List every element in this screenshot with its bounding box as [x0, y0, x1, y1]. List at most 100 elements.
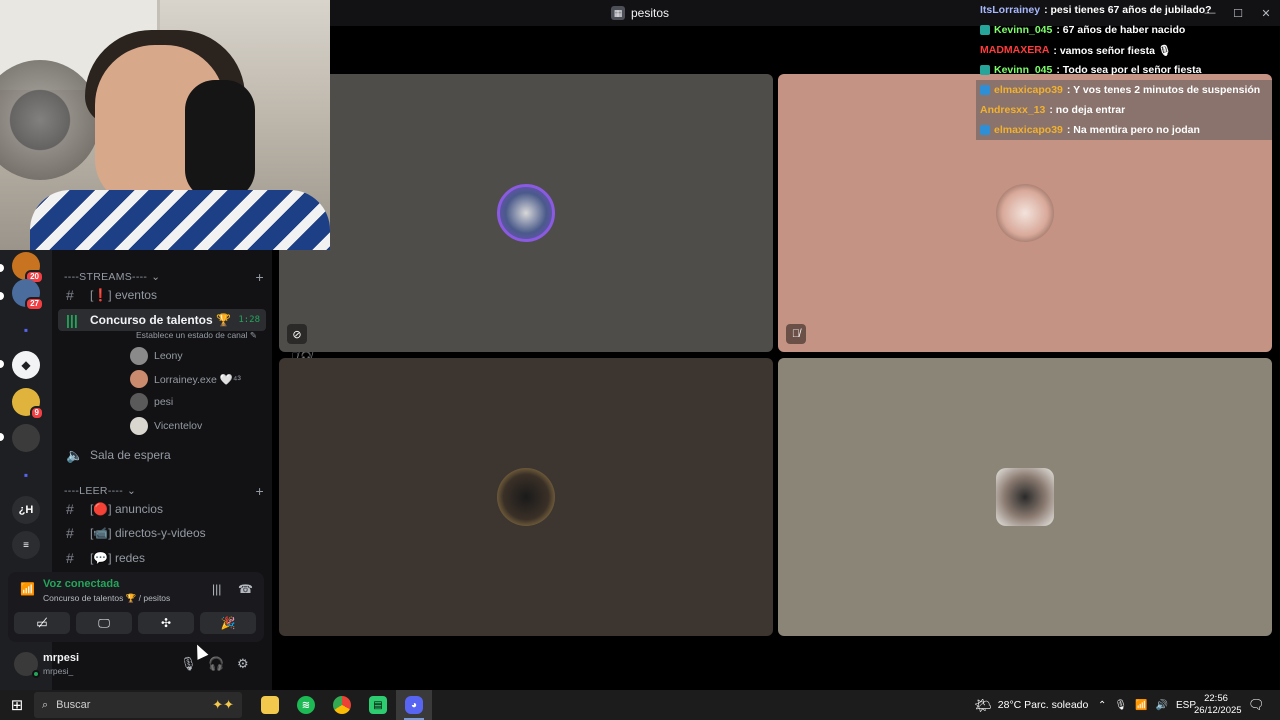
chat-message: Andresxx_13 : no deja entrar [976, 100, 1272, 120]
discord-icon: ◕ [405, 696, 423, 714]
notification-center-icon[interactable]: 🗨 [1248, 697, 1265, 713]
chat-message: Kevinn_045 : Todo sea por el señor fiest… [976, 60, 1272, 80]
headphones-icon[interactable]: 🎧 [208, 656, 224, 672]
camera-off-button[interactable]: ▭̸ [14, 612, 70, 634]
discord-app[interactable]: ◕ [396, 690, 432, 720]
channel-sala-espera[interactable]: 🔈 Sala de espera [58, 443, 266, 467]
channel-eventos[interactable]: # [❗] eventos [58, 283, 266, 307]
voice-user-name: Lorrainey.exe 🤍⁴³ [154, 373, 241, 386]
server-icon-2[interactable]: 27 [12, 279, 44, 311]
signal-icon[interactable]: 📶 [20, 582, 35, 596]
channel-label: Sala de espera [90, 448, 171, 462]
webcam-overlay [0, 0, 330, 250]
video-tile[interactable] [279, 358, 773, 636]
badge-icon [980, 85, 990, 95]
network-icon[interactable]: 📶 [1135, 700, 1147, 711]
microphone-icon[interactable]: 🎙 [180, 656, 197, 672]
video-off-icon: ⊘ [287, 324, 307, 344]
chat-message: ItsLorrainey : pesi tienes 67 años de ju… [976, 0, 1272, 20]
window-title-text: pesitos [630, 6, 670, 20]
server-icon-4[interactable]: 9 [12, 388, 44, 420]
clock[interactable]: 22:56 26/12/2025 [1194, 693, 1242, 717]
server-h-icon[interactable]: ¿H [12, 496, 40, 524]
muted-icon: 🎙̸ [786, 324, 806, 344]
clock-date: 26/12/2025 [1194, 705, 1242, 716]
chat-message: MADMAXERA : vamos señor fiesta 🎙 [976, 40, 1272, 60]
taskbar-search[interactable]: ⌕ Buscar ✦✦ [34, 692, 242, 718]
chat-text: : vamos señor fiesta 🎙 [1053, 44, 1172, 57]
chat-message: elmaxicapo39 : Na mentira pero no jodan [976, 120, 1272, 140]
server-icon-last[interactable]: ≡ [12, 531, 40, 559]
avatar [130, 347, 148, 365]
avatar [996, 184, 1054, 242]
channel-anuncios[interactable]: # [🔴] anuncios [58, 497, 266, 521]
system-tray: ⌃ 🎙 📶 🔊 ESP [1098, 690, 1196, 720]
avatar [497, 184, 555, 242]
channel-redes[interactable]: # [💬] redes [58, 546, 266, 570]
folder-icon[interactable]: ▪ [12, 316, 40, 344]
speaker-icon: 🔈 [66, 446, 84, 463]
badge-icon [980, 25, 990, 35]
channel-label: [📹] directos-y-videos [90, 526, 206, 540]
user-tag: mrpesi_ [43, 666, 74, 676]
file-explorer-app[interactable] [252, 690, 288, 720]
language-indicator[interactable]: ESP [1176, 700, 1196, 711]
server-icon: ▦ [610, 6, 625, 20]
disconnect-icon[interactable]: ☎ [238, 582, 253, 596]
spotify-app[interactable]: ≋ [288, 690, 324, 720]
chat-username: elmaxicapo39 [994, 124, 1063, 136]
window-title: ▦ pesitos [610, 6, 670, 20]
channel-status[interactable]: Establece un estado de canal ✎ [136, 330, 257, 341]
voice-user-name: Vicentelov [154, 420, 203, 432]
noise-suppression-icon[interactable]: ||| [212, 582, 221, 596]
voice-user-name: pesi [154, 396, 174, 408]
avatar [130, 417, 148, 435]
microphone-icon[interactable]: 🎙 [1114, 700, 1127, 711]
server-icon-5[interactable] [12, 424, 40, 452]
badge-icon [980, 125, 990, 135]
video-tile[interactable]: ⊘ [279, 74, 773, 352]
badge-icon [980, 65, 990, 75]
volume-icon[interactable]: 🔊 [1156, 700, 1168, 711]
channel-concurso[interactable]: ||| Concurso de talentos 🏆 1:28 [58, 309, 266, 331]
taskbar: ⊞ ⌕ Buscar ✦✦ ≋ ▤ ◕ 🌤 28°C Parc. soleado… [0, 690, 1280, 720]
channel-label: [💬] redes [90, 551, 145, 565]
weather-sun-icon: 🌤 [974, 696, 992, 713]
chat-text: : no deja entrar [1049, 104, 1126, 116]
voice-status-title[interactable]: Voz conectada [43, 578, 119, 590]
windows-start-icon[interactable]: ⊞ [0, 690, 34, 720]
voice-connected-panel: 📶 Voz conectada Concurso de talentos 🏆 /… [8, 572, 264, 642]
clock-time: 22:56 [1204, 693, 1228, 704]
soundboard-button[interactable]: 🎉 [200, 612, 256, 634]
chat-text: : pesi tienes 67 años de jubilado? [1044, 4, 1212, 16]
spotify-icon: ≋ [297, 696, 315, 714]
folder-icon[interactable]: ▪ [12, 461, 40, 489]
chat-message: Kevinn_045 : 67 años de haber nacido [976, 20, 1272, 40]
chat-username: Kevinn_045 [994, 64, 1053, 76]
activities-button[interactable]: ✣ [138, 612, 194, 634]
unread-pip [0, 433, 4, 441]
server-icon-1[interactable]: 20 [12, 252, 44, 284]
chat-username: Kevinn_045 [994, 24, 1053, 36]
channel-label: [🔴] anuncios [90, 502, 163, 516]
chrome-app[interactable] [324, 690, 360, 720]
share-screen-button[interactable]: 🖵 [76, 612, 132, 634]
video-tile[interactable] [778, 358, 1272, 636]
settings-gear-icon[interactable]: ⚙ [237, 656, 249, 672]
chat-overlay: ItsLorrainey : pesi tienes 67 años de ju… [976, 0, 1272, 140]
chat-text: : Na mentira pero no jodan [1066, 124, 1200, 136]
channel-directos[interactable]: # [📹] directos-y-videos [58, 521, 266, 545]
chat-text: : 67 años de haber nacido [1056, 24, 1186, 36]
chat-username: Andresxx_13 [980, 104, 1046, 116]
chevron-up-icon[interactable]: ⌃ [1098, 700, 1106, 711]
chat-username: ItsLorrainey [980, 4, 1041, 16]
voice-active-icon: ||| [66, 312, 78, 328]
diamond-server-icon[interactable]: ◆ [12, 351, 40, 379]
username[interactable]: mrpesi [43, 652, 79, 664]
weather-widget[interactable]: 🌤 28°C Parc. soleado [974, 690, 1088, 720]
hash-icon: # [66, 287, 74, 303]
weather-text: 28°C Parc. soleado [997, 699, 1089, 711]
voice-status-subtitle[interactable]: Concurso de talentos 🏆 / pesitos [43, 593, 170, 604]
green-app[interactable]: ▤ [360, 690, 396, 720]
chat-message: elmaxicapo39 : Y vos tenes 2 minutos de … [976, 80, 1272, 100]
